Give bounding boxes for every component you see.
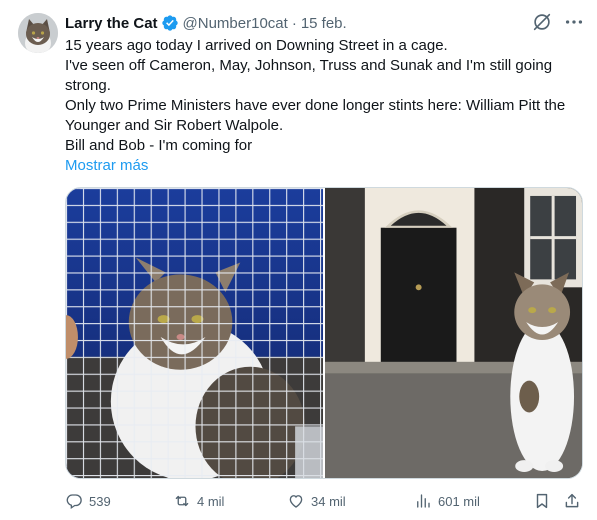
verified-badge-icon <box>161 15 178 31</box>
retweet-button[interactable]: 4 mil <box>173 488 224 514</box>
share-button[interactable] <box>563 488 581 514</box>
retweet-icon <box>175 495 189 507</box>
reply-count: 539 <box>89 493 111 509</box>
tweet-line: Only two Prime Ministers have ever done … <box>65 97 566 134</box>
views-button[interactable]: 601 mil <box>414 488 480 514</box>
like-button[interactable]: 34 mil <box>287 488 346 514</box>
tweet-actions: 539 4 mil 34 mil 601 mil <box>65 488 585 514</box>
author-handle[interactable]: @Number10cat <box>183 15 288 32</box>
share-icon <box>565 493 579 508</box>
retweet-count: 4 mil <box>197 493 225 509</box>
header-actions <box>531 11 585 33</box>
cat-in-cage-photo[interactable] <box>66 188 323 478</box>
reply-icon <box>66 494 82 510</box>
tweet-text: 15 years ago today I arrived on Downing … <box>65 36 585 176</box>
media-grid <box>65 187 583 479</box>
reply-button[interactable]: 539 <box>65 488 111 514</box>
cat-avatar-icon <box>18 13 58 53</box>
tweet-line: I've seen off Cameron, May, Johnson, Tru… <box>65 57 553 94</box>
avatar[interactable] <box>18 13 58 53</box>
bookmark-button[interactable] <box>533 488 551 514</box>
heart-icon <box>289 495 303 508</box>
analytics-icon <box>417 494 430 508</box>
more-options-icon[interactable] <box>563 11 585 33</box>
tweet-header: Larry the Cat @Number10cat · 15 feb. <box>65 12 347 34</box>
bookmark-icon <box>536 493 548 509</box>
tweet-date[interactable]: 15 feb. <box>301 15 347 32</box>
grok-icon[interactable] <box>531 11 553 33</box>
tweet-line: Bill and Bob - I'm coming for <box>65 137 253 154</box>
show-more-link[interactable]: Mostrar más <box>65 156 585 176</box>
tweet-card[interactable]: Larry the Cat @Number10cat · 15 feb. 15 … <box>0 0 597 520</box>
cat-at-downing-street-photo[interactable] <box>325 188 582 478</box>
tweet-line: 15 years ago today I arrived on Downing … <box>65 37 448 54</box>
author-name[interactable]: Larry the Cat <box>65 15 158 32</box>
like-count: 34 mil <box>311 493 346 509</box>
separator-dot: · <box>291 14 297 32</box>
view-count: 601 mil <box>438 493 480 509</box>
